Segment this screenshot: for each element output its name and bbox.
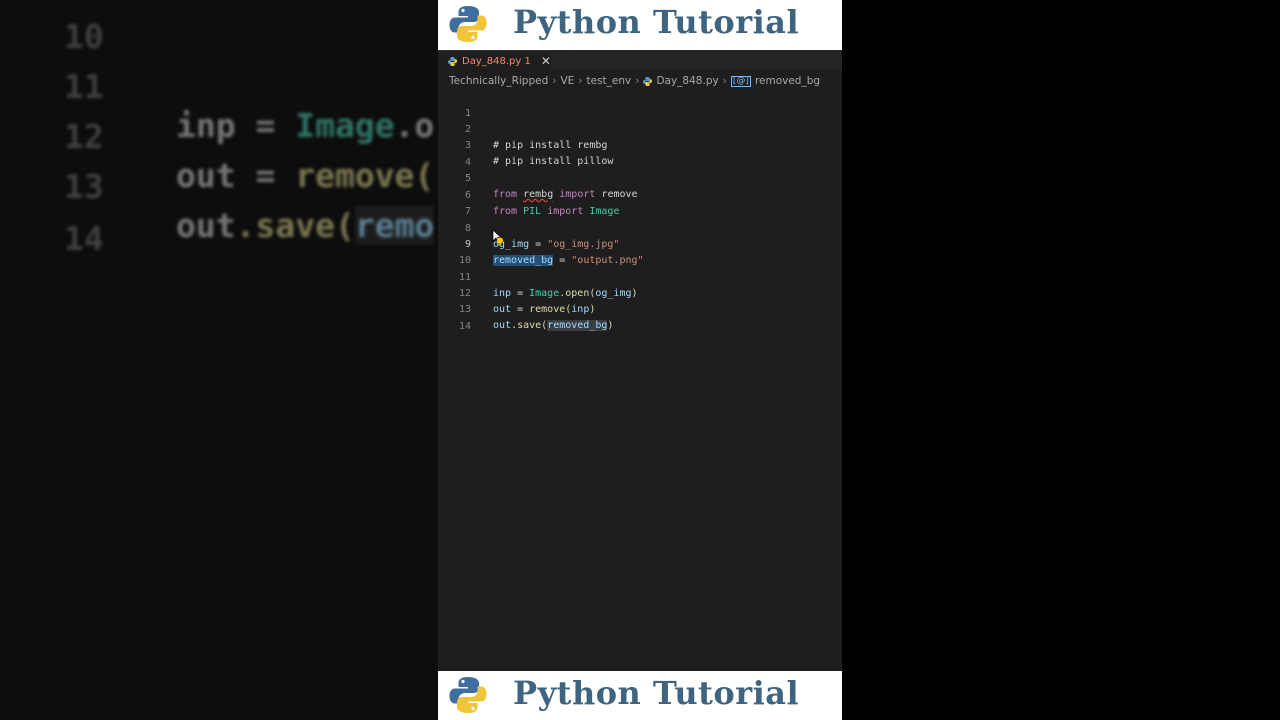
code-line: 11 inp = Image.open(og_img) [438,254,842,299]
video-panel: Python Tutorial Day_848.py 1 ✕ Technical… [438,0,842,720]
code-line: 5 from rembg import remove [438,155,842,200]
code-line: 6 from PIL import Image [438,172,842,217]
code-line: 14 [438,303,842,332]
line-number: 14 [458,321,471,332]
bg-op: = [235,156,296,195]
banner-title: Python Tutorial [513,3,800,41]
bg-line-11: 11 inp = Image.o [0,28,434,145]
editor-tab-bar: Day_848.py 1 ✕ [438,50,842,71]
function-call: .save( [511,320,548,331]
bg-line-14: 14 [0,180,104,258]
bg-rest: .o [394,106,435,145]
bg-var: out [176,206,236,245]
chevron-right-icon: › [722,75,727,87]
bg-line-12: 12 out = remove( [0,78,434,195]
code-line: 13 out.save(removed_bg) [438,286,842,331]
chevron-right-icon: › [552,75,557,87]
python-logo-icon [449,677,487,713]
variable: out [493,320,512,331]
code-line: 1 [438,90,842,119]
paren: ) [607,320,614,331]
code-line: 8 og_img = "og_img.jpg" [438,205,842,250]
bg-var: out [176,156,236,195]
lightbulb-icon[interactable] [496,237,504,247]
tab-label: Day_848.py 1 [462,55,531,67]
variable-icon: [@] [730,75,751,87]
python-file-icon [448,56,457,66]
code-text: out.save(removed_bg) [493,318,613,334]
background-zoom: 10 11 inp = Image.o 12 out = remove( 13 … [0,0,438,720]
top-banner: Python Tutorial [438,0,842,50]
close-icon[interactable]: ✕ [541,54,551,68]
bg-code: out = remove( [176,156,434,195]
bg-var: inp [176,106,236,145]
bottom-banner: Python Tutorial [438,671,842,720]
background-right [842,0,1280,720]
breadcrumb-item[interactable]: removed_bg [755,75,820,87]
bg-selection: remo [354,206,435,245]
breadcrumb: Technically_Ripped › VE › test_env › Day… [449,72,820,90]
code-line: 12 out = remove(inp) [438,270,842,315]
bg-fn: remove( [295,156,435,195]
breadcrumb-item[interactable]: Day_848.py [656,75,718,87]
bg-class: Image [295,106,395,145]
bg-fn: .save( [235,206,355,245]
code-line: 4 [438,139,842,168]
tab-day-848[interactable]: Day_848.py 1 ✕ [438,50,551,71]
python-logo-icon [449,6,487,42]
bg-code: out.save(remo [176,206,435,245]
highlighted-argument: removed_bg [547,320,608,331]
breadcrumb-item[interactable]: VE [560,75,574,87]
bg-line-10: 10 [0,0,104,56]
breadcrumb-item[interactable]: test_env [587,75,632,87]
banner-title: Python Tutorial [513,674,800,712]
chevron-right-icon: › [578,75,583,87]
bg-line-number: 14 [64,219,104,258]
bg-line-13: 13 out.save(remo [0,128,435,245]
code-line: 2 # pip install rembg [438,106,842,151]
bg-code: inp = Image.o [176,106,434,145]
chevron-right-icon: › [635,75,640,87]
code-line: 3 # pip install pillow [438,122,842,167]
breadcrumb-item[interactable]: Technically_Ripped [449,75,548,87]
code-line: 7 [438,188,842,217]
bg-op: = [235,106,296,145]
python-file-icon [643,76,653,86]
